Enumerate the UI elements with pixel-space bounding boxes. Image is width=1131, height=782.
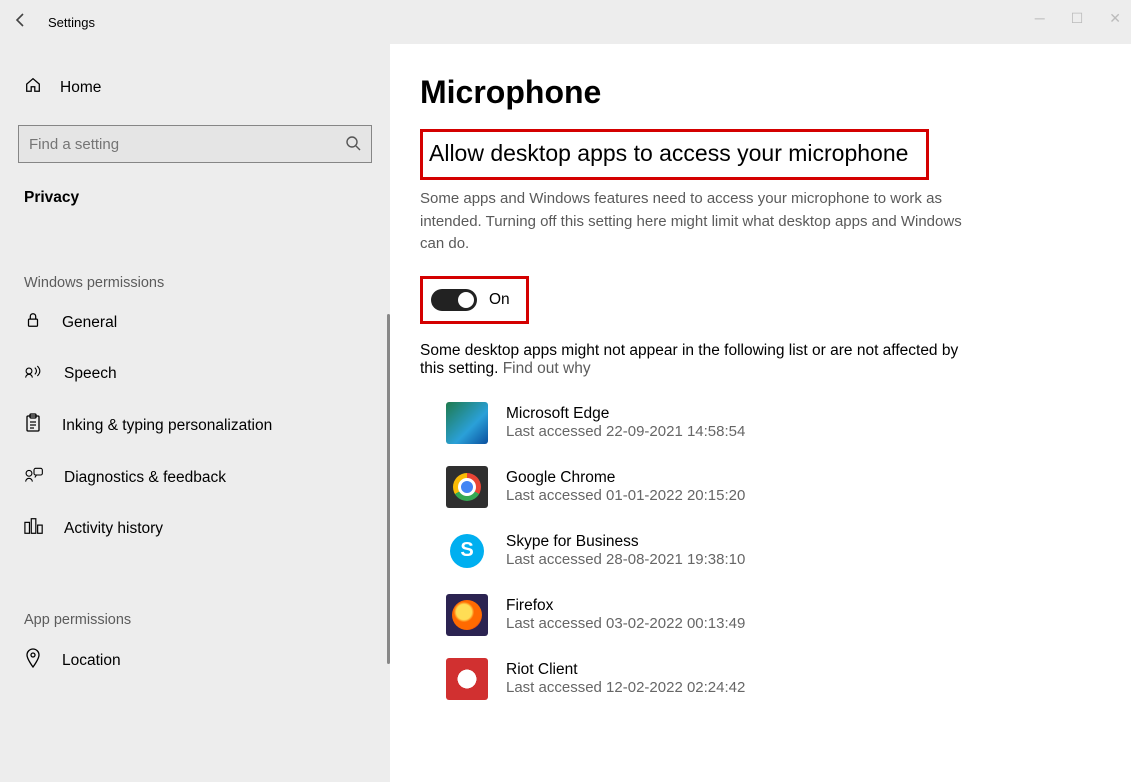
- sidebar-group-app-permissions: App permissions: [0, 554, 390, 634]
- search-input-wrap[interactable]: [18, 125, 372, 163]
- chrome-icon: [446, 466, 488, 508]
- sidebar-item-inking[interactable]: Inking & typing personalization: [0, 399, 390, 452]
- skype-icon: S: [446, 530, 488, 572]
- app-name: Skype for Business: [506, 533, 745, 551]
- sidebar-item-diagnostics[interactable]: Diagnostics & feedback: [0, 452, 390, 503]
- app-name: Microsoft Edge: [506, 405, 745, 423]
- riot-icon: [446, 658, 488, 700]
- sidebar-item-label: General: [62, 314, 117, 332]
- sidebar-item-activity-history[interactable]: Activity history: [0, 503, 390, 554]
- toggle-knob: [458, 292, 474, 308]
- highlight-box-heading: Allow desktop apps to access your microp…: [420, 129, 929, 180]
- history-icon: [24, 517, 44, 540]
- sidebar-group-windows-permissions: Windows permissions: [0, 217, 390, 297]
- sidebar-item-location[interactable]: Location: [0, 634, 390, 687]
- app-list: Microsoft Edge Last accessed 22-09-2021 …: [446, 402, 1095, 700]
- clipboard-icon: [24, 413, 42, 438]
- app-row-edge: Microsoft Edge Last accessed 22-09-2021 …: [446, 402, 1095, 444]
- sidebar-home[interactable]: Home: [0, 62, 390, 113]
- find-out-why-link[interactable]: Find out why: [503, 360, 591, 377]
- section-heading: Allow desktop apps to access your microp…: [427, 136, 912, 173]
- app-last-accessed: Last accessed 22-09-2021 14:58:54: [506, 423, 745, 440]
- section-description: Some apps and Windows features need to a…: [420, 188, 980, 256]
- search-input[interactable]: [29, 136, 345, 153]
- feedback-icon: [24, 466, 44, 489]
- sidebar-item-label: Inking & typing personalization: [62, 417, 272, 435]
- note-body: Some desktop apps might not appear in th…: [420, 342, 958, 377]
- app-row-skype: S Skype for Business Last accessed 28-08…: [446, 530, 1095, 572]
- app-name: Firefox: [506, 597, 745, 615]
- maximize-button[interactable]: ☐: [1071, 10, 1084, 27]
- sidebar-item-label: Activity history: [64, 520, 163, 538]
- app-last-accessed: Last accessed 03-02-2022 00:13:49: [506, 615, 745, 632]
- minimize-button[interactable]: ─: [1035, 10, 1045, 27]
- note-text: Some desktop apps might not appear in th…: [420, 342, 980, 378]
- close-button[interactable]: ✕: [1109, 10, 1121, 27]
- sidebar-item-label: Location: [62, 652, 121, 670]
- home-icon: [24, 76, 42, 99]
- speech-icon: [24, 362, 44, 385]
- highlight-box-toggle: On: [420, 276, 529, 324]
- location-icon: [24, 648, 42, 673]
- app-last-accessed: Last accessed 28-08-2021 19:38:10: [506, 551, 745, 568]
- firefox-icon: [446, 594, 488, 636]
- titlebar: Settings ─ ☐ ✕: [0, 0, 1131, 44]
- sidebar-item-general[interactable]: General: [0, 297, 390, 348]
- app-row-firefox: Firefox Last accessed 03-02-2022 00:13:4…: [446, 594, 1095, 636]
- sidebar: Home Privacy Windows permissions General…: [0, 44, 390, 782]
- allow-desktop-apps-toggle[interactable]: [431, 289, 477, 311]
- app-name: Riot Client: [506, 661, 745, 679]
- window-title: Settings: [48, 15, 95, 30]
- sidebar-item-label: Diagnostics & feedback: [64, 469, 226, 487]
- app-row-riot: Riot Client Last accessed 12-02-2022 02:…: [446, 658, 1095, 700]
- app-last-accessed: Last accessed 12-02-2022 02:24:42: [506, 679, 745, 696]
- back-button[interactable]: [0, 12, 42, 33]
- lock-icon: [24, 311, 42, 334]
- app-row-chrome: Google Chrome Last accessed 01-01-2022 2…: [446, 466, 1095, 508]
- app-last-accessed: Last accessed 01-01-2022 20:15:20: [506, 487, 745, 504]
- sidebar-item-speech[interactable]: Speech: [0, 348, 390, 399]
- app-name: Google Chrome: [506, 469, 745, 487]
- page-title: Microphone: [420, 74, 1095, 111]
- sidebar-item-label: Speech: [64, 365, 117, 383]
- main-content: Microphone Allow desktop apps to access …: [390, 44, 1131, 782]
- sidebar-home-label: Home: [60, 79, 101, 97]
- edge-icon: [446, 402, 488, 444]
- sidebar-current-section: Privacy: [0, 181, 390, 217]
- search-icon: [345, 135, 361, 154]
- toggle-state-label: On: [489, 291, 510, 309]
